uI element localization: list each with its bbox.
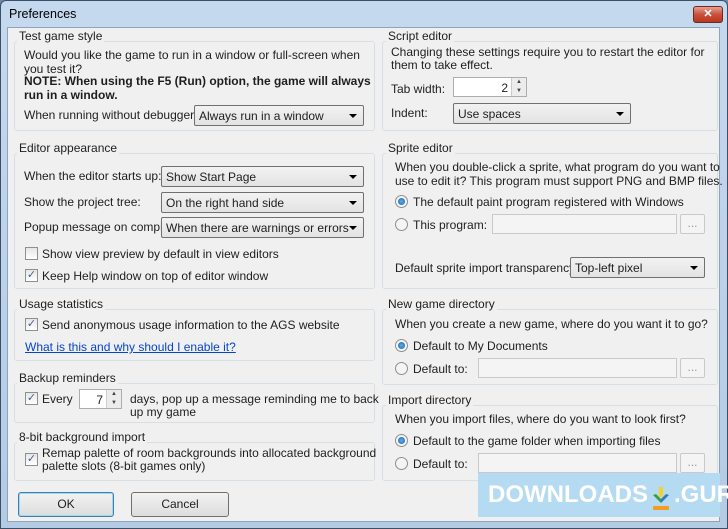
chevron-down-icon [349,201,357,205]
days-value: 7 [96,393,103,407]
cancel-button[interactable]: Cancel [131,492,229,517]
sprite-desc-2: use to edit it? This program must suppor… [395,174,723,188]
browse-new-game-button[interactable]: ... [680,358,705,378]
chevron-down-icon [349,114,357,118]
usage-info-link[interactable]: What is this and why should I enable it? [25,340,236,354]
default-my-documents-label: Default to My Documents [413,339,548,353]
popup-value: When there are warnings or errors [166,221,349,235]
popup-select[interactable]: When there are warnings or errors [161,217,364,238]
default-paint-label: The default paint program registered wit… [413,195,684,209]
test-game-desc: Would you like the game to run in a wind… [24,48,360,76]
keep-help-label: Keep Help window on top of editor window [42,269,269,283]
group-legend: 8-bit background import [17,430,148,444]
tab-width-stepper[interactable]: 2 ▲ ▼ [453,77,527,97]
chevron-down-icon [690,266,698,270]
import-path-input[interactable] [478,453,677,473]
tab-width-label: Tab width: [391,82,446,96]
startup-value: Show Start Page [166,170,257,184]
import-desc: When you import files, where do you want… [395,412,686,426]
view-preview-checkbox[interactable] [25,247,38,260]
ok-button[interactable]: OK [18,492,114,517]
group-legend: Test game style [17,29,105,43]
default-paint-radio[interactable] [395,195,408,208]
default-game-folder-radio[interactable] [395,434,408,447]
group-legend: New game directory [386,297,497,311]
keep-help-checkbox[interactable]: ✓ [25,269,38,282]
spin-arrows-icon[interactable]: ▲ ▼ [106,390,121,408]
default-game-folder-label: Default to the game folder when importin… [413,434,661,448]
project-tree-value: On the right hand side [166,196,285,210]
indent-select[interactable]: Use spaces [453,103,631,124]
project-tree-select[interactable]: On the right hand side [161,192,364,213]
import-custom-label: Default to: [413,457,468,471]
remap-label-2: palette slots (8-bit games only) [42,459,206,473]
test-game-note-2: run in a window. [24,88,118,102]
new-game-desc: When you create a new game, where do you… [395,317,708,331]
new-game-custom-label: Default to: [413,362,468,376]
popup-label: Popup message on compile: [24,220,176,234]
remap-palette-checkbox[interactable]: ✓ [25,453,38,466]
group-legend: Backup reminders [17,371,118,385]
transparency-value: Top-left pixel [575,261,643,275]
group-legend: Usage statistics [17,297,106,311]
watermark-text: DOWNLOADS [488,481,648,508]
script-desc-2: them to take effect. [391,58,493,72]
import-custom-radio[interactable] [395,457,408,470]
test-game-note: NOTE: When using the F5 (Run) option, th… [24,74,371,88]
group-legend: Script editor [386,29,455,43]
startup-select[interactable]: Show Start Page [161,166,364,187]
download-arrow-icon [650,483,672,510]
view-preview-label: Show view preview by default in view edi… [42,247,279,261]
chevron-down-icon [349,175,357,179]
group-legend: Sprite editor [386,141,455,155]
indent-value: Use spaces [458,107,521,121]
tree-label: Show the project tree: [24,195,141,209]
run-mode-select[interactable]: Always run in a window [194,105,364,126]
backup-text: days, pop up a message reminding me to b… [130,392,379,406]
backup-checkbox[interactable]: ✓ [25,392,38,405]
browse-import-button[interactable]: ... [680,453,705,473]
chevron-down-icon [616,112,624,116]
backup-text-2: up my game [130,405,197,419]
window-title: Preferences [9,7,77,21]
browse-program-button[interactable]: ... [680,214,705,234]
every-label: Every [42,392,73,406]
this-program-radio[interactable] [395,218,408,231]
chevron-down-icon [349,226,357,230]
backup-days-stepper[interactable]: 7 ▲ ▼ [79,389,122,409]
default-my-documents-radio[interactable] [395,339,408,352]
group-legend: Editor appearance [17,141,120,155]
remap-label: Remap palette of room backgrounds into a… [42,446,377,460]
this-program-label: This program: [413,218,488,232]
program-path-input[interactable] [492,214,677,234]
send-usage-label: Send anonymous usage information to the … [42,318,340,332]
new-game-path-input[interactable] [478,358,677,378]
run-mode-value: Always run in a window [199,109,324,123]
watermark-text-suffix: .GURU [673,481,728,508]
tab-width-value: 2 [501,81,508,95]
starts-label: When the editor starts up: [24,169,162,183]
group-legend: Import directory [386,393,474,407]
close-button[interactable]: ✕ [693,6,723,23]
script-desc: Changing these settings require you to r… [391,45,705,59]
send-usage-checkbox[interactable]: ✓ [25,318,38,331]
transparency-select[interactable]: Top-left pixel [570,257,705,278]
transparency-label: Default sprite import transparency: [395,261,579,275]
spin-arrows-icon[interactable]: ▲ ▼ [511,78,526,96]
new-game-custom-radio[interactable] [395,362,408,375]
sprite-desc: When you double-click a sprite, what pro… [395,160,720,174]
watermark: DOWNLOADS .GURU [478,473,728,517]
run-without-debugger-label: When running without debugger: [24,108,198,122]
indent-label: Indent: [391,106,428,120]
